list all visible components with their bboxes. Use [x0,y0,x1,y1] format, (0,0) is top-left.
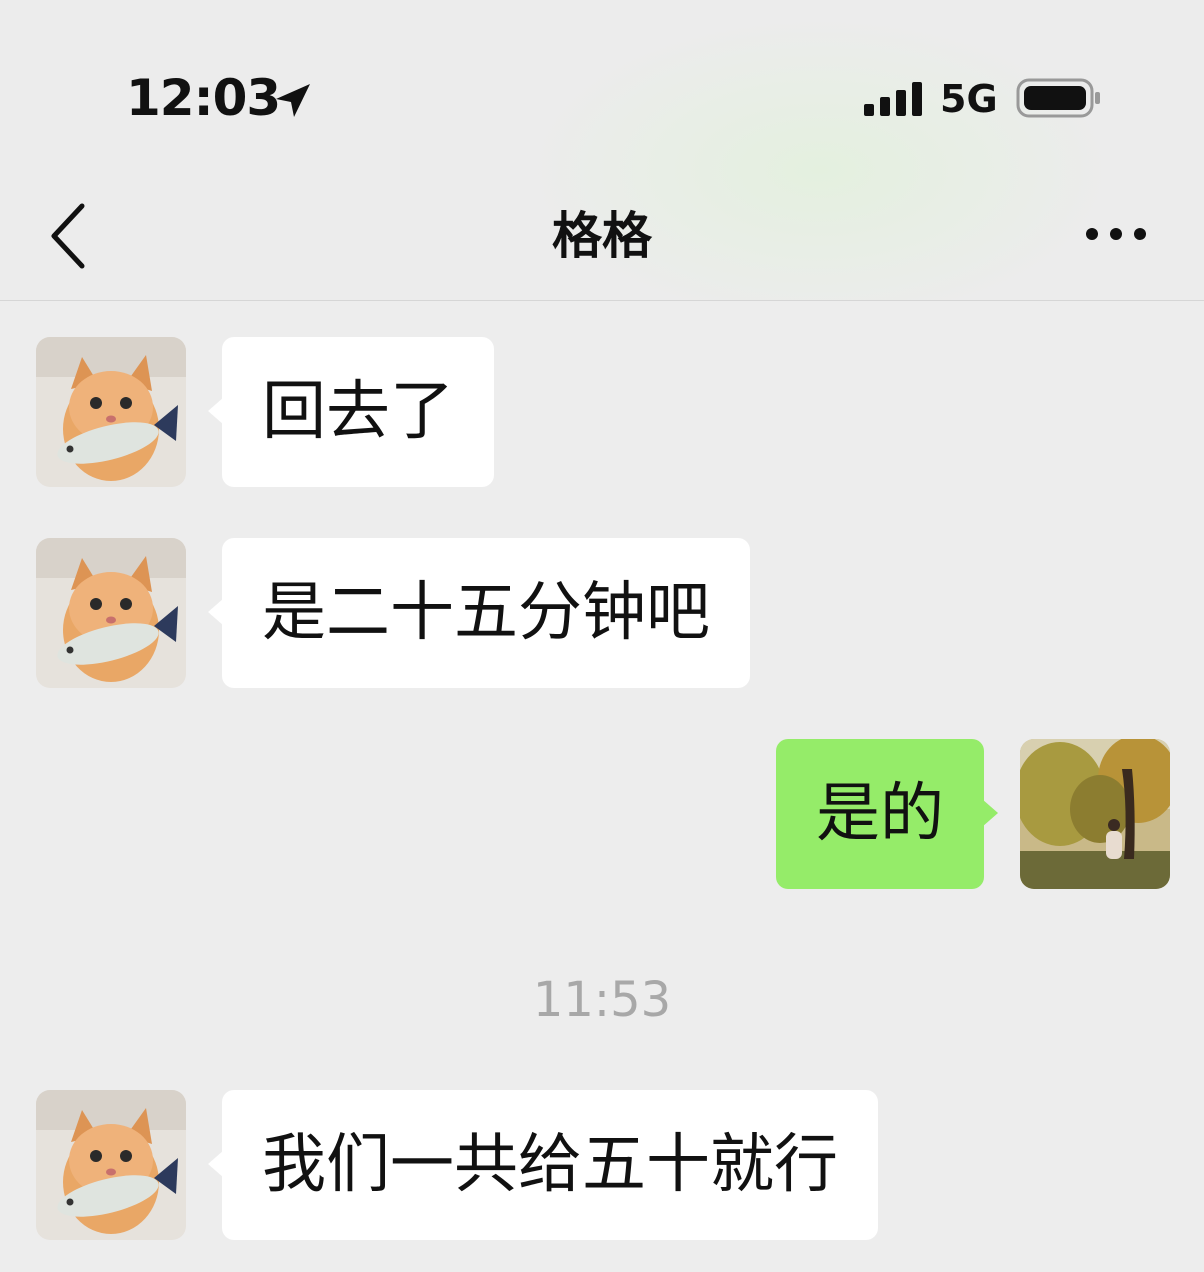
willow-tree-photo-avatar [1020,739,1170,889]
message-bubble-outgoing[interactable]: 是的 [776,739,998,889]
cat-with-fish-avatar [36,538,186,688]
cat-with-fish-avatar [36,337,186,487]
chat-title: 格格 [552,207,652,265]
contact-avatar[interactable] [36,1090,186,1240]
message-bubble-incoming[interactable]: 回去了 [208,337,494,487]
network-label: 5G [940,77,998,121]
contact-avatar[interactable] [36,337,186,487]
timestamp-divider: 11:53 [532,972,672,1028]
message-bubble-incoming[interactable]: 是二十五分钟吧 [208,538,750,688]
message-bubble-incoming[interactable]: 我们一共给五十就行 [208,1090,878,1240]
my-avatar[interactable] [1020,739,1170,889]
status-time: 12:03 [126,69,281,127]
header-divider [0,300,1204,301]
contact-avatar[interactable] [36,538,186,688]
cellular-signal-icon [864,82,922,116]
cat-with-fish-avatar [36,1090,186,1240]
location-arrow-icon [276,84,310,117]
battery-icon [1016,78,1100,118]
more-options-button[interactable] [1076,212,1156,256]
